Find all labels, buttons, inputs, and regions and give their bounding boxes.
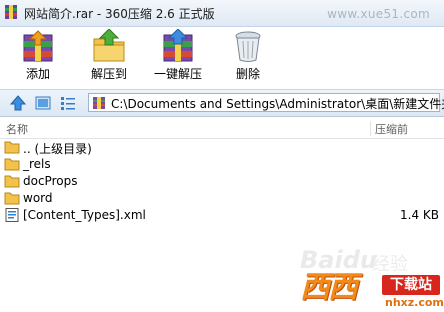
list-item[interactable]: [Content_Types].xml 1.4 KB	[0, 207, 444, 224]
item-name: _rels	[23, 157, 51, 171]
folder-icon	[4, 192, 20, 205]
one-click-extract-label: 一键解压	[153, 67, 202, 81]
site-url-watermark: nhxz.com	[385, 296, 444, 309]
add-label: 添加	[25, 67, 50, 81]
window-title: 网站简介.rar - 360压缩 2.6 正式版	[24, 7, 215, 21]
item-size: 1.4 KB	[400, 208, 439, 222]
large-icons-view-icon[interactable]	[35, 95, 51, 111]
jingyan-watermark: 经验	[372, 254, 408, 275]
item-name: docProps	[23, 174, 78, 188]
list-item[interactable]: docProps	[0, 173, 444, 190]
extract-to-label: 解压到	[90, 67, 127, 81]
folder-icon	[4, 175, 20, 188]
column-header-size[interactable]: 压缩前	[375, 121, 408, 137]
one-click-extract-icon	[163, 29, 193, 62]
item-name: [Content_Types].xml	[23, 208, 146, 222]
trash-icon	[235, 31, 261, 62]
list-item[interactable]: word	[0, 190, 444, 207]
one-click-extract-button[interactable]: 一键解压	[148, 29, 208, 82]
column-divider[interactable]	[370, 121, 371, 136]
delete-label: 删除	[235, 67, 260, 81]
item-name: .. (上级目录)	[23, 142, 92, 156]
list-item[interactable]: _rels	[0, 156, 444, 173]
address-bar: C:\Documents and Settings\Administrator\…	[0, 89, 444, 117]
folder-icon	[4, 158, 20, 171]
item-name: word	[23, 191, 53, 205]
file-list-header: 名称 压缩前	[0, 119, 444, 139]
path-text: C:\Documents and Settings\Administrator\…	[111, 97, 444, 111]
title-bar: 网站简介.rar - 360压缩 2.6 正式版 www.xue51.com	[0, 0, 444, 27]
add-archive-icon	[23, 30, 53, 62]
list-item[interactable]: .. (上级目录)	[0, 139, 444, 156]
delete-button[interactable]: 删除	[218, 29, 278, 82]
path-field[interactable]: C:\Documents and Settings\Administrator\…	[88, 93, 444, 112]
archive-app-icon	[5, 5, 17, 19]
list-view-icon[interactable]	[60, 95, 76, 111]
xml-file-icon	[5, 208, 19, 222]
column-header-name[interactable]: 名称	[6, 121, 28, 137]
add-button[interactable]: 添加	[8, 29, 68, 82]
up-arrow-icon[interactable]	[10, 95, 26, 111]
folder-icon	[4, 141, 20, 154]
download-badge: 下载站	[382, 275, 440, 295]
extract-folder-icon	[93, 29, 125, 62]
site-watermark: www.xue51.com	[327, 7, 430, 21]
extract-to-button[interactable]: 解压到	[79, 29, 139, 82]
archive-path-icon	[93, 97, 105, 109]
site-logo-watermark: 西西	[300, 270, 358, 305]
main-toolbar: 添加 解压到 一键解压 删除	[0, 27, 444, 89]
